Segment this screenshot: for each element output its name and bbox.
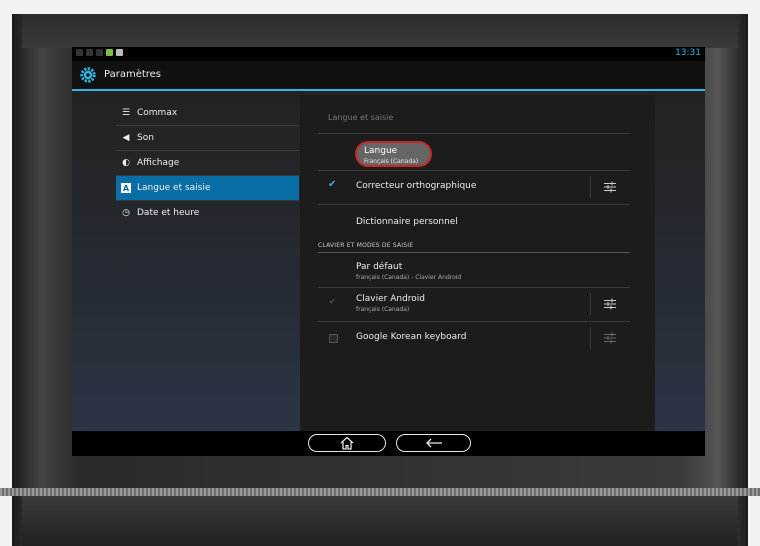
section-header: CLAVIER ET MODES DE SAISIE	[318, 242, 414, 249]
android-keyboard-checkbox[interactable]	[329, 297, 338, 309]
sliders-icon[interactable]	[604, 298, 616, 310]
home-button[interactable]	[308, 434, 386, 452]
device-bezel-top	[22, 14, 738, 48]
device-speaker-grille	[0, 488, 760, 496]
spellcheck-label: Correcteur orthographique	[356, 181, 477, 191]
list-icon: ☰	[121, 108, 131, 118]
sidebar-item-label: Date et heure	[137, 208, 200, 218]
language-input-panel: Langue et saisie Langue Français (Canada…	[300, 95, 655, 431]
settings-content: ☰ Commax ◀ Son ◐ Affichage A Langue et s…	[72, 91, 705, 431]
default-value: français (Canada) - Clavier Android	[356, 274, 462, 281]
vertical-separator	[590, 327, 591, 349]
call-icon	[76, 49, 83, 56]
sidebar-item-affichage[interactable]: ◐ Affichage	[116, 151, 299, 176]
divider	[318, 133, 630, 134]
sidebar-item-son[interactable]: ◀ Son	[116, 126, 299, 151]
language-label: Langue	[364, 146, 398, 156]
android-keyboard-setting[interactable]: Clavier Android français (Canada)	[318, 288, 630, 320]
notification-icons	[76, 49, 123, 56]
back-arrow-icon	[425, 438, 442, 448]
korean-keyboard-setting[interactable]: Google Korean keyboard	[318, 322, 630, 354]
panel-title: Langue et saisie	[328, 113, 394, 122]
clock-icon: ◷	[122, 208, 130, 218]
keyboard-a-icon: A	[121, 183, 131, 193]
personal-dictionary-setting[interactable]: Dictionnaire personnel	[318, 205, 630, 237]
sidebar-item-label: Commax	[137, 108, 178, 118]
sidebar-item-label: Son	[137, 133, 154, 143]
spellcheck-checkbox[interactable]	[328, 179, 338, 192]
sidebar-item-langue-et-saisie[interactable]: A Langue et saisie	[116, 176, 299, 201]
sliders-icon[interactable]	[604, 332, 616, 344]
sliders-icon[interactable]	[604, 181, 616, 193]
sidebar-item-label: Langue et saisie	[137, 183, 211, 193]
spellcheck-setting[interactable]: Correcteur orthographique	[318, 171, 630, 203]
download-icon	[96, 49, 103, 56]
sidebar-item-label: Affichage	[137, 158, 180, 168]
brightness-icon: ◐	[122, 158, 130, 168]
device-bezel-bottom	[22, 496, 738, 546]
status-bar: 13:31	[72, 47, 705, 61]
navigation-bar	[72, 431, 705, 456]
vertical-separator	[590, 293, 591, 315]
language-highlight[interactable]: Langue Français (Canada)	[355, 141, 432, 167]
speaker-icon: ◀	[122, 133, 130, 143]
vertical-separator	[590, 176, 591, 198]
status-time: 13:31	[675, 48, 701, 58]
action-bar: Paramètres	[72, 61, 705, 89]
language-value: Français (Canada)	[364, 158, 419, 165]
settings-sidebar: ☰ Commax ◀ Son ◐ Affichage A Langue et s…	[116, 101, 299, 225]
default-keyboard-setting[interactable]: Par défaut français (Canada) - Clavier A…	[318, 253, 630, 287]
back-button[interactable]	[396, 434, 471, 452]
gear-icon[interactable]	[80, 67, 96, 83]
notification-dot-icon	[86, 49, 93, 56]
app-title: Paramètres	[104, 69, 162, 80]
android-keyboard-label: Clavier Android	[356, 294, 426, 304]
korean-keyboard-checkbox[interactable]	[329, 334, 338, 343]
dictionary-label: Dictionnaire personnel	[356, 217, 458, 227]
home-icon	[340, 436, 354, 450]
android-icon	[106, 49, 113, 56]
tablet-screen: 13:31 Paramètres ☰ Commax ◀ Son ◐ Affich…	[72, 47, 705, 456]
sidebar-item-commax[interactable]: ☰ Commax	[116, 101, 299, 126]
language-setting[interactable]: Langue Français (Canada)	[318, 135, 630, 169]
android-keyboard-value: français (Canada)	[356, 306, 410, 313]
default-label: Par défaut	[356, 262, 403, 272]
keyboard-icon	[116, 49, 123, 56]
korean-keyboard-label: Google Korean keyboard	[356, 332, 467, 342]
sidebar-item-date-et-heure[interactable]: ◷ Date et heure	[116, 201, 299, 225]
